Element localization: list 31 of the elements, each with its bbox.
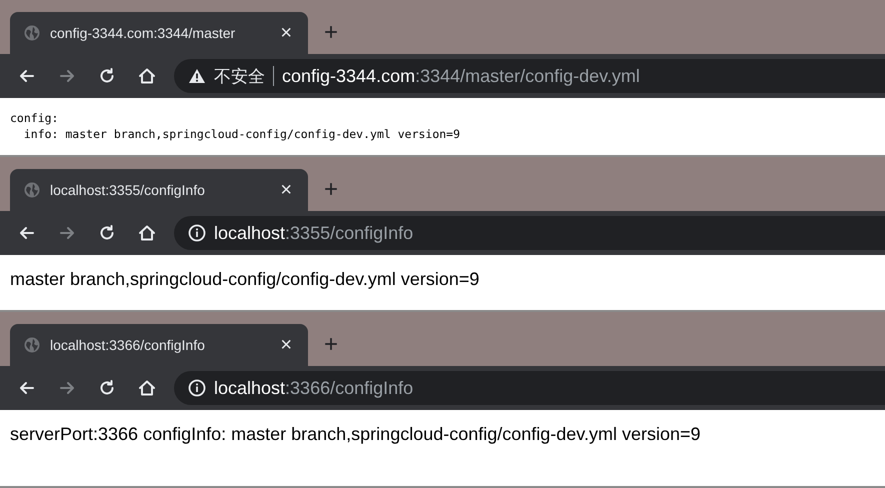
address-bar[interactable]: localhost:3355/configInfo — [174, 216, 885, 250]
tab-title: config-3344.com:3344/master — [50, 25, 236, 41]
page-text: serverPort:3366 configInfo: master branch,springcloud-config/config-dev.yml version=9 — [10, 423, 702, 446]
browser-tab[interactable]: localhost:3355/configInfo × — [10, 169, 308, 211]
browser-tab[interactable]: localhost:3366/configInfo × — [10, 324, 308, 366]
new-tab-button[interactable]: + — [318, 178, 344, 202]
info-icon — [188, 379, 206, 397]
tab-title: localhost:3366/configInfo — [50, 337, 206, 353]
new-tab-button[interactable]: + — [318, 333, 344, 357]
url-text: config-3344.com:3344/master/config-dev.yml — [282, 66, 640, 86]
tab-title: localhost:3355/configInfo — [50, 182, 206, 198]
home-icon — [137, 66, 157, 86]
tab-close-button[interactable]: × — [276, 23, 296, 43]
warning-icon — [188, 68, 206, 84]
browser-tab[interactable]: config-3344.com:3344/master × — [10, 12, 308, 54]
tab-close-button[interactable]: × — [276, 335, 296, 355]
globe-icon — [24, 337, 40, 353]
home-icon — [137, 378, 157, 398]
new-tab-button[interactable]: + — [318, 21, 344, 45]
address-bar[interactable]: localhost:3366/configInfo — [174, 371, 885, 405]
globe-icon — [24, 25, 40, 41]
address-bar[interactable]: 不安全 config-3344.com:3344/master/config-dev.yml — [174, 59, 885, 93]
code-text: config: info: master branch,springcloud-config/config-dev.yml version=9 — [10, 110, 462, 142]
home-icon — [137, 223, 157, 243]
info-icon — [188, 224, 206, 242]
page-text: master branch,springcloud-config/config-dev.yml version=9 — [10, 268, 480, 291]
tab-close-button[interactable]: × — [276, 180, 296, 200]
url-text: localhost:3366/configInfo — [214, 378, 414, 398]
globe-icon — [24, 182, 40, 198]
url-text: localhost:3355/configInfo — [214, 222, 414, 244]
security-label: 不安全 — [214, 66, 265, 88]
